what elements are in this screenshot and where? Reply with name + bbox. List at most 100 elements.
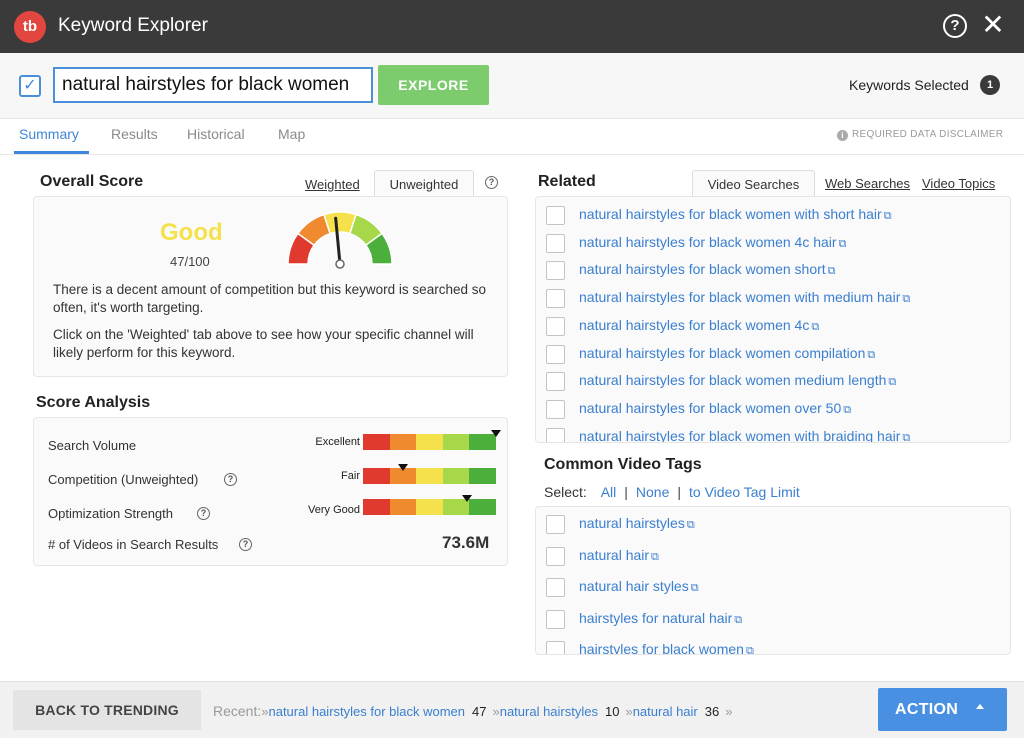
- keyword-link-text[interactable]: natural hairstyles for black women mediu…: [579, 372, 886, 388]
- recent-keyword-link[interactable]: natural hairstyles for black women: [268, 704, 465, 719]
- keyword-link[interactable]: natural hairstyles for black women with …: [579, 428, 910, 442]
- recent-keyword-link[interactable]: natural hair: [633, 704, 698, 719]
- keyword-link-text[interactable]: hairstyles for natural hair: [579, 610, 732, 626]
- list-item[interactable]: natural hairstyles for black women short…: [536, 256, 1010, 284]
- keyword-link[interactable]: natural hairstyles for black women short…: [579, 261, 836, 278]
- tab-historical[interactable]: Historical: [187, 126, 245, 142]
- row-checkbox[interactable]: [546, 316, 565, 336]
- row-checkbox[interactable]: [546, 578, 565, 598]
- list-item[interactable]: hairstyles for black women ⧉: [536, 636, 1010, 654]
- tab-video-searches[interactable]: Video Searches: [692, 170, 815, 197]
- keyword-link-text[interactable]: natural hairstyles: [579, 515, 685, 531]
- keywords-selected-label[interactable]: Keywords Selected: [849, 77, 969, 93]
- external-link-icon[interactable]: ⧉: [651, 551, 659, 563]
- external-link-icon[interactable]: ⧉: [843, 404, 851, 416]
- keyword-link[interactable]: natural hairstyles for black women with …: [579, 206, 892, 223]
- list-item[interactable]: natural hairstyles for black women over …: [536, 395, 1010, 423]
- row-checkbox[interactable]: [546, 515, 565, 534]
- tab-web-searches[interactable]: Web Searches: [825, 176, 910, 191]
- help-icon[interactable]: ?: [943, 14, 967, 38]
- row-checkbox[interactable]: [546, 344, 565, 364]
- select-none-link[interactable]: None: [636, 484, 669, 500]
- keyword-link-text[interactable]: hairstyles for black women: [579, 641, 744, 654]
- data-disclaimer-link[interactable]: i REQUIRED DATA DISCLAIMER: [837, 129, 1003, 141]
- keyword-link-text[interactable]: natural hair: [579, 547, 649, 563]
- tab-unweighted[interactable]: Unweighted: [374, 170, 474, 197]
- keyword-link-text[interactable]: natural hairstyles for black women with …: [579, 289, 900, 305]
- keyword-link[interactable]: natural hairstyles for black women with …: [579, 289, 910, 306]
- select-all-link[interactable]: All: [601, 484, 617, 500]
- external-link-icon[interactable]: ⧉: [828, 265, 836, 277]
- tab-results[interactable]: Results: [111, 126, 158, 142]
- list-item[interactable]: natural hair ⧉: [536, 542, 1010, 570]
- row-checkbox[interactable]: [546, 372, 565, 392]
- tab-summary[interactable]: Summary: [19, 126, 79, 142]
- help-icon[interactable]: ?: [485, 176, 498, 189]
- back-to-trending-button[interactable]: BACK TO TRENDING: [13, 690, 201, 730]
- help-icon[interactable]: ?: [239, 538, 252, 551]
- keyword-link-text[interactable]: natural hairstyles for black women short: [579, 261, 826, 277]
- keyword-checkbox[interactable]: ✓: [19, 75, 41, 97]
- tab-video-topics[interactable]: Video Topics: [922, 176, 995, 191]
- tags-list[interactable]: natural hairstyles ⧉ natural hair ⧉ natural …: [535, 506, 1011, 655]
- caret-up-icon[interactable]: [976, 704, 984, 709]
- close-icon[interactable]: ✕: [981, 11, 1005, 39]
- external-link-icon[interactable]: ⧉: [867, 349, 875, 361]
- keyword-link[interactable]: hairstyles for black women ⧉: [579, 641, 754, 654]
- external-link-icon[interactable]: ⧉: [839, 238, 847, 250]
- keyword-link[interactable]: hairstyles for natural hair ⧉: [579, 610, 742, 627]
- external-link-icon[interactable]: ⧉: [746, 645, 754, 654]
- tab-weighted[interactable]: Weighted: [305, 177, 360, 192]
- row-checkbox[interactable]: [546, 399, 565, 419]
- row-checkbox[interactable]: [546, 233, 565, 253]
- list-item[interactable]: natural hairstyles for black women mediu…: [536, 367, 1010, 395]
- keyword-link[interactable]: natural hairstyles for black women mediu…: [579, 372, 896, 389]
- list-item[interactable]: natural hairstyles for black women 4c ⧉: [536, 312, 1010, 340]
- list-item[interactable]: hairstyles for natural hair ⧉: [536, 605, 1010, 633]
- related-list[interactable]: natural hairstyles for black women with …: [535, 196, 1011, 443]
- list-item[interactable]: natural hairstyles for black women 4c ha…: [536, 229, 1010, 257]
- external-link-icon[interactable]: ⧉: [902, 432, 910, 442]
- row-checkbox[interactable]: [546, 289, 565, 309]
- keyword-link-text[interactable]: natural hairstyles for black women with …: [579, 206, 882, 222]
- row-checkbox[interactable]: [546, 261, 565, 281]
- list-item[interactable]: natural hairstyles for black women with …: [536, 284, 1010, 312]
- list-item[interactable]: natural hairstyles for black women compi…: [536, 340, 1010, 368]
- list-item[interactable]: natural hair styles ⧉: [536, 573, 1010, 601]
- external-link-icon[interactable]: ⧉: [734, 614, 742, 626]
- external-link-icon[interactable]: ⧉: [691, 582, 699, 594]
- keyword-link-text[interactable]: natural hairstyles for black women 4c ha…: [579, 234, 837, 250]
- help-icon[interactable]: ?: [197, 507, 210, 520]
- row-checkbox[interactable]: [546, 427, 565, 442]
- keyword-link[interactable]: natural hairstyles for black women compi…: [579, 345, 875, 362]
- keyword-link[interactable]: natural hairstyles for black women 4c ha…: [579, 234, 846, 251]
- keyword-link[interactable]: natural hairstyles ⧉: [579, 515, 695, 532]
- keyword-link[interactable]: natural hair ⧉: [579, 547, 659, 564]
- keyword-link-text[interactable]: natural hairstyles for black women 4c: [579, 317, 809, 333]
- help-icon[interactable]: ?: [224, 473, 237, 486]
- row-checkbox[interactable]: [546, 641, 565, 654]
- external-link-icon[interactable]: ⧉: [888, 376, 896, 388]
- keyword-link[interactable]: natural hair styles ⧉: [579, 578, 699, 595]
- external-link-icon[interactable]: ⧉: [687, 519, 695, 531]
- keyword-link-text[interactable]: natural hairstyles for black women compi…: [579, 345, 865, 361]
- keyword-link-text[interactable]: natural hairstyles for black women over …: [579, 400, 841, 416]
- explore-button[interactable]: EXPLORE: [378, 65, 489, 105]
- keyword-link-text[interactable]: natural hair styles: [579, 578, 689, 594]
- row-checkbox[interactable]: [546, 609, 565, 629]
- external-link-icon[interactable]: ⧉: [884, 210, 892, 222]
- action-button[interactable]: ACTION: [878, 688, 1007, 731]
- keyword-link[interactable]: natural hairstyles for black women 4c ⧉: [579, 317, 819, 334]
- row-checkbox[interactable]: [546, 206, 565, 225]
- keywords-selected-count-badge[interactable]: 1: [980, 75, 1000, 95]
- keyword-link-text[interactable]: natural hairstyles for black women with …: [579, 428, 900, 442]
- keyword-input[interactable]: natural hairstyles for black women: [53, 67, 373, 103]
- recent-keyword-link[interactable]: natural hairstyles: [500, 704, 598, 719]
- tab-map[interactable]: Map: [278, 126, 305, 142]
- external-link-icon[interactable]: ⧉: [902, 293, 910, 305]
- select-tag-limit-link[interactable]: to Video Tag Limit: [689, 484, 800, 500]
- row-checkbox[interactable]: [546, 546, 565, 566]
- keyword-link[interactable]: natural hairstyles for black women over …: [579, 400, 851, 417]
- list-item[interactable]: natural hairstyles for black women with …: [536, 423, 1010, 442]
- list-item[interactable]: natural hairstyles ⧉: [536, 510, 1010, 538]
